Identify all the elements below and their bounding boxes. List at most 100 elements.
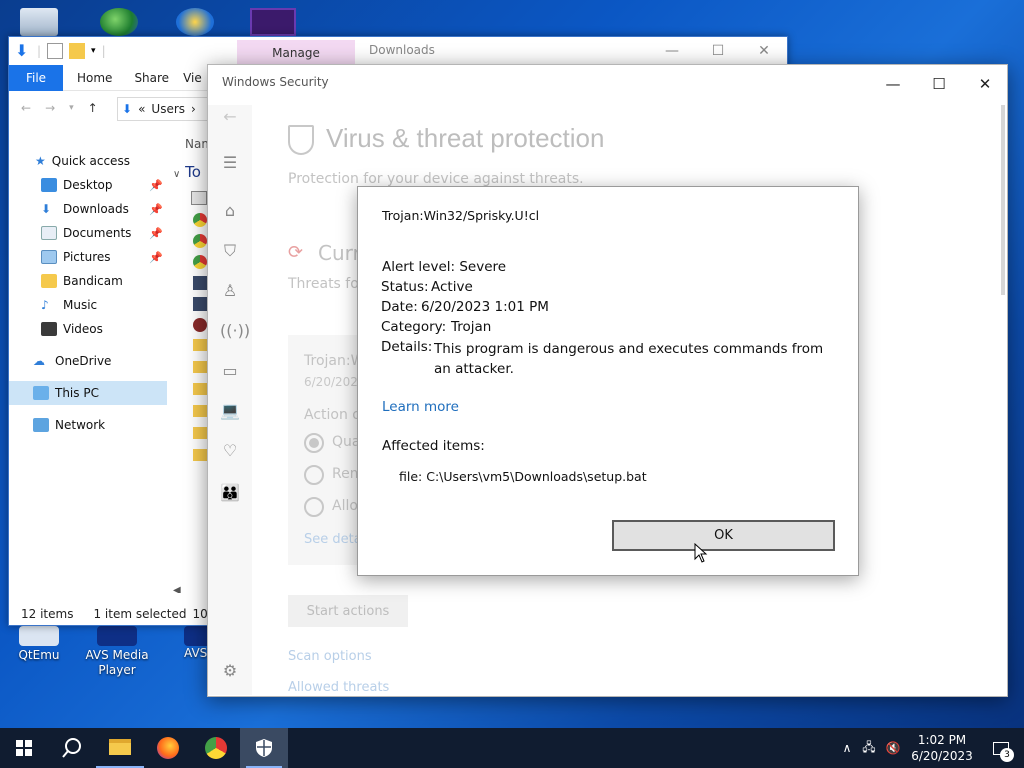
maximize-button[interactable]: ☐ <box>695 37 741 65</box>
folder-icon[interactable] <box>193 383 207 395</box>
folder-icon[interactable] <box>193 361 207 373</box>
application-icon[interactable] <box>193 318 207 332</box>
start-button[interactable] <box>0 728 48 768</box>
group-header-today[interactable]: ∨ To <box>173 163 201 181</box>
sidebar-item-desktop[interactable]: Desktop 📌 <box>9 173 167 197</box>
laptop-icon[interactable]: 💻 <box>220 401 240 421</box>
heart-health-icon[interactable]: ♡ <box>220 441 240 461</box>
back-arrow-icon[interactable]: ← <box>220 107 240 127</box>
file-row-icon[interactable] <box>191 191 207 205</box>
folder-icon[interactable] <box>193 449 207 461</box>
up-arrow-icon[interactable]: ↑ <box>88 101 98 115</box>
desktop-icon-qtemu[interactable]: QtEmu <box>4 626 74 662</box>
alert-level: Alert level: Severe <box>382 259 507 275</box>
new-folder-icon[interactable] <box>69 43 86 59</box>
learn-more-link[interactable]: Learn more <box>382 399 459 415</box>
clock[interactable]: 1:02 PM 6/20/2023 <box>906 732 978 764</box>
cloud-icon: ☁ <box>33 354 45 368</box>
computer-icon <box>33 386 49 400</box>
sidebar-item-network[interactable]: Network <box>9 413 167 437</box>
taskbar-windows-security[interactable] <box>240 728 288 768</box>
application-icon[interactable] <box>193 276 207 290</box>
sidebar-item-bandicam[interactable]: Bandicam <box>9 269 167 293</box>
separator: | <box>101 44 106 58</box>
close-button[interactable]: ✕ <box>962 71 1007 97</box>
video-app-icon[interactable] <box>250 8 296 36</box>
maximize-button[interactable]: ☐ <box>916 71 962 97</box>
ribbon-tab-view[interactable]: Vie <box>177 65 208 91</box>
shield-icon[interactable]: ⛉ <box>220 241 240 261</box>
hamburger-menu-icon[interactable]: ☰ <box>220 153 240 173</box>
folder-icon[interactable] <box>193 427 207 439</box>
family-icon[interactable]: 👪 <box>220 483 240 503</box>
recent-chevron-icon[interactable]: ▾ <box>69 103 74 113</box>
chevron-right-icon[interactable]: › <box>191 102 196 116</box>
sidebar-item-downloads[interactable]: ⬇ Downloads 📌 <box>9 197 167 221</box>
ribbon-tab-home[interactable]: Home <box>63 65 126 91</box>
minimize-button[interactable]: — <box>870 71 916 97</box>
folder-icon[interactable] <box>193 405 207 417</box>
pin-icon[interactable]: 📌 <box>149 227 163 240</box>
minimize-button[interactable]: — <box>649 37 695 65</box>
see-details-link[interactable]: See deta <box>304 532 362 547</box>
start-actions-button[interactable]: Start actions <box>288 595 408 627</box>
download-arrow-icon: ⬇ <box>41 202 52 216</box>
sidebar-item-pictures[interactable]: Pictures 📌 <box>9 245 167 269</box>
ribbon-tab-share[interactable]: Share <box>126 65 177 91</box>
desktop-icon-avs-document[interactable]: AVS Docum <box>162 626 208 660</box>
home-icon[interactable]: ⌂ <box>220 201 240 221</box>
action-center-button[interactable]: 3 <box>978 728 1024 768</box>
sidebar-item-videos[interactable]: Videos <box>9 317 167 341</box>
application-icon[interactable] <box>193 297 207 311</box>
column-header-name[interactable]: Nam <box>185 137 209 151</box>
taskbar-file-explorer[interactable] <box>96 728 144 768</box>
search-button[interactable] <box>48 728 96 768</box>
properties-icon[interactable] <box>47 43 64 59</box>
sidebar-item-onedrive[interactable]: ☁ OneDrive <box>9 349 167 373</box>
person-icon[interactable]: ♙ <box>220 281 240 301</box>
recycle-bin-icon[interactable] <box>20 8 58 36</box>
sidebar-item-this-pc[interactable]: This PC <box>9 381 167 405</box>
scrollbar[interactable] <box>1001 105 1005 295</box>
taskbar-chrome[interactable] <box>192 728 240 768</box>
network-icon[interactable]: 🖧 <box>858 738 880 759</box>
ribbon-tab-file[interactable]: File <box>9 64 63 91</box>
taskbar-firefox[interactable] <box>144 728 192 768</box>
chrome-icon[interactable] <box>193 234 207 248</box>
ok-button[interactable]: OK <box>612 520 835 551</box>
chevron-up-icon[interactable]: ∧ <box>836 741 858 755</box>
sidebar-item-label: Pictures <box>63 250 111 264</box>
scan-options-link[interactable]: Scan options <box>288 649 372 664</box>
internet-explorer-icon[interactable] <box>176 8 214 36</box>
radio-remove[interactable] <box>304 465 324 485</box>
wifi-signal-icon[interactable]: ((·)) <box>220 321 250 341</box>
chevron-down-icon[interactable]: ▾ <box>91 46 96 56</box>
gear-icon[interactable]: ⚙ <box>220 661 240 681</box>
app-browser-icon[interactable]: ▭ <box>220 361 240 381</box>
globe-app-icon[interactable] <box>100 8 138 36</box>
folder-icon[interactable] <box>193 339 207 351</box>
sidebar-item-music[interactable]: ♪ Music <box>9 293 167 317</box>
desktop-icon-avs-media-player[interactable]: AVS Media Player <box>82 626 152 678</box>
radio-allow[interactable] <box>304 497 324 517</box>
volume-muted-icon[interactable]: 🔇 <box>880 741 906 755</box>
back-arrow-icon[interactable]: ← <box>21 101 31 115</box>
sidebar-item-quick-access[interactable]: ★ Quick access <box>9 149 167 173</box>
desktop-icon-label: QtEmu <box>18 648 60 662</box>
forward-arrow-icon[interactable]: → <box>45 101 55 115</box>
close-button[interactable]: ✕ <box>741 37 787 65</box>
scroll-left-icon[interactable]: ◀ <box>173 585 181 593</box>
chrome-icon[interactable] <box>193 213 207 227</box>
pin-icon[interactable]: 📌 <box>149 251 163 264</box>
download-arrow-icon[interactable]: ⬇ <box>15 43 31 59</box>
pin-icon[interactable]: 📌 <box>149 203 163 216</box>
breadcrumb-overflow[interactable]: « <box>138 102 145 116</box>
pin-icon[interactable]: 📌 <box>149 179 163 192</box>
sidebar-item-documents[interactable]: Documents 📌 <box>9 221 167 245</box>
radio-quarantine[interactable] <box>304 433 324 453</box>
allowed-threats-link[interactable]: Allowed threats <box>288 680 389 695</box>
tab-manage[interactable]: Manage <box>237 40 355 66</box>
breadcrumb-users[interactable]: Users <box>151 102 185 116</box>
chrome-icon[interactable] <box>193 255 207 269</box>
file-list[interactable]: Nam ∨ To ◀ <box>169 133 209 593</box>
